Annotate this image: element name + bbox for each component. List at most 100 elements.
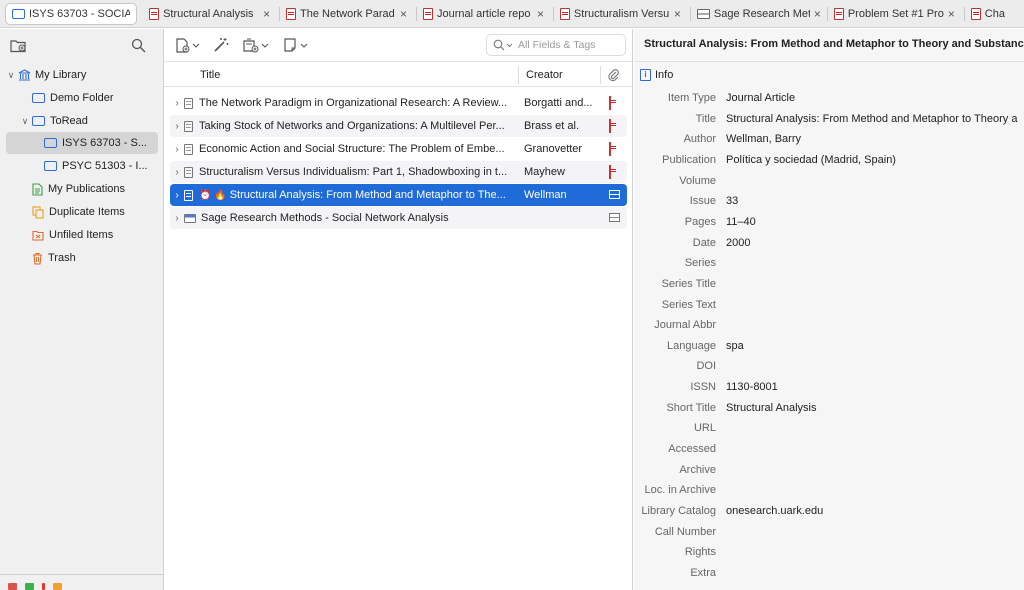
tab-pdf-3[interactable]: Journal article repo × [417, 3, 553, 25]
tab-pdf-1[interactable]: Structural Analysis × [143, 3, 279, 25]
pdf-icon [970, 7, 981, 20]
item-creator: Brass et al. [524, 120, 580, 132]
field-value[interactable]: Journal Article [726, 92, 795, 104]
tab-pdf-2[interactable]: The Network Parad × [280, 3, 416, 25]
info-section-header[interactable]: i Info [640, 69, 673, 81]
pdf-attachment-icon[interactable] [609, 142, 611, 156]
pdf-attachment-icon[interactable] [609, 119, 611, 133]
expand-chevron-icon[interactable]: › [170, 98, 184, 109]
tab-label: Journal article repo [436, 7, 531, 20]
tag-orange-icon[interactable] [53, 583, 62, 590]
journal-article-icon [184, 120, 193, 132]
search-icon [493, 39, 515, 51]
pdf-attachment-icon[interactable] [609, 165, 611, 179]
tag-green-icon[interactable] [25, 583, 34, 590]
expand-chevron-icon[interactable]: › [170, 190, 184, 201]
field-label: Pages [684, 215, 716, 228]
expand-chevron-icon[interactable]: › [170, 121, 184, 132]
close-icon[interactable]: × [537, 7, 544, 21]
field-value[interactable]: Política y sociedad (Madrid, Spain) [726, 154, 896, 166]
info-field-row: Date 2000 [634, 237, 1024, 255]
sidebar-item-label: Trash [48, 252, 76, 264]
info-section-label: Info [655, 69, 674, 81]
sidebar-item-my-library[interactable]: ∨ My Library [6, 64, 158, 86]
item-pane: Structural Analysis: From Method and Met… [634, 29, 1024, 590]
attachment-column-icon[interactable] [607, 68, 620, 82]
info-field-row: Short Title Structural Analysis [634, 402, 1024, 420]
field-label: Short Title [666, 401, 716, 414]
column-creator[interactable]: Creator [526, 69, 563, 81]
pdf-icon [286, 7, 297, 20]
tag-red-icon[interactable] [8, 583, 17, 590]
tag-exclaim-icon[interactable] [42, 583, 45, 590]
snapshot-icon [696, 8, 710, 19]
sidebar-item-psyc-51303[interactable]: PSYC 51303 - I... [6, 155, 158, 177]
tab-pdf-5[interactable]: Problem Set #1 Pro × [828, 3, 964, 25]
field-value[interactable]: Structural Analysis: From Method and Met… [726, 113, 1017, 125]
sidebar-item-demo-folder[interactable]: Demo Folder [6, 87, 158, 109]
item-creator: Granovetter [524, 143, 583, 155]
field-value[interactable]: 33 [726, 195, 738, 207]
column-divider [518, 66, 519, 84]
close-icon[interactable]: × [400, 7, 407, 21]
expand-chevron-icon[interactable]: › [170, 167, 184, 178]
folder-icon [44, 161, 57, 171]
close-icon[interactable]: × [674, 7, 681, 21]
sidebar-item-unfiled-items[interactable]: Unfiled Items [6, 224, 158, 246]
sidebar-item-label: My Publications [48, 183, 126, 195]
field-value[interactable]: spa [726, 340, 744, 352]
pdf-icon [422, 7, 433, 20]
expand-chevron-icon[interactable]: › [170, 213, 184, 224]
info-field-row: Series [634, 257, 1024, 275]
field-label: Archive [679, 463, 716, 476]
close-icon[interactable]: × [814, 7, 821, 21]
field-label: Loc. in Archive [644, 484, 716, 497]
field-value[interactable]: 1130-8001 [726, 381, 778, 393]
pdf-attachment-icon[interactable] [609, 96, 611, 110]
search-icon[interactable] [131, 38, 146, 53]
close-icon[interactable]: × [948, 7, 955, 21]
journal-article-icon [184, 189, 193, 201]
item-row[interactable]: › The Network Paradigm in Organizational… [170, 92, 627, 114]
field-value[interactable]: 11–40 [726, 216, 756, 228]
column-title[interactable]: Title [200, 69, 220, 81]
sidebar-item-my-publications[interactable]: My Publications [6, 178, 158, 200]
sidebar-item-trash[interactable]: Trash [6, 247, 158, 269]
info-field-row: Extra [634, 567, 1024, 585]
info-field-row: Volume [634, 175, 1024, 193]
collapse-chevron-icon[interactable]: ∨ [6, 70, 16, 81]
magic-wand-icon[interactable] [213, 37, 229, 53]
expand-chevron-icon[interactable]: › [170, 144, 184, 155]
tab-library[interactable]: ISYS 63703 - SOCIAL [5, 2, 138, 25]
field-value[interactable]: onesearch.uark.edu [726, 505, 823, 517]
item-row[interactable]: › Taking Stock of Networks and Organizat… [170, 115, 627, 137]
info-field-row: Pages 11–40 [634, 216, 1024, 234]
sidebar-item-toread[interactable]: ∨ ToRead [6, 110, 158, 132]
tab-snapshot[interactable]: Sage Research Met × [691, 3, 827, 25]
sidebar-item-isys-63703[interactable]: ISYS 63703 - S... [6, 132, 158, 154]
tab-pdf-6[interactable]: Cha [965, 3, 1024, 25]
snapshot-attachment-icon[interactable] [609, 212, 620, 222]
new-note-icon[interactable] [283, 38, 311, 53]
field-value[interactable]: Structural Analysis [726, 402, 816, 414]
field-value[interactable]: Wellman, Barry [726, 133, 801, 145]
item-title: Structuralism Versus Individualism: Part… [199, 166, 508, 178]
sidebar-item-duplicate-items[interactable]: Duplicate Items [6, 201, 158, 223]
sidebar-item-label: Duplicate Items [49, 206, 125, 218]
tab-pdf-4[interactable]: Structuralism Versu × [554, 3, 690, 25]
add-attachment-icon[interactable] [242, 38, 270, 53]
search-input[interactable]: All Fields & Tags [486, 34, 626, 56]
collapse-chevron-icon[interactable]: ∨ [20, 116, 30, 127]
field-value[interactable]: 2000 [726, 237, 750, 249]
item-row[interactable]: › Sage Research Methods - Social Network… [170, 207, 627, 229]
close-icon[interactable]: × [263, 7, 270, 21]
info-field-row: Archive [634, 464, 1024, 482]
item-row[interactable]: › Economic Action and Social Structure: … [170, 138, 627, 160]
snapshot-attachment-icon[interactable] [609, 189, 620, 199]
info-field-row: Journal Abbr [634, 319, 1024, 337]
new-collection-icon[interactable] [10, 38, 27, 53]
new-item-icon[interactable] [175, 38, 201, 53]
item-row-selected[interactable]: › ⏰ 🔥 Structural Analysis: From Method a… [170, 184, 627, 206]
item-row[interactable]: › Structuralism Versus Individualism: Pa… [170, 161, 627, 183]
sidebar-toolbar [0, 29, 163, 62]
